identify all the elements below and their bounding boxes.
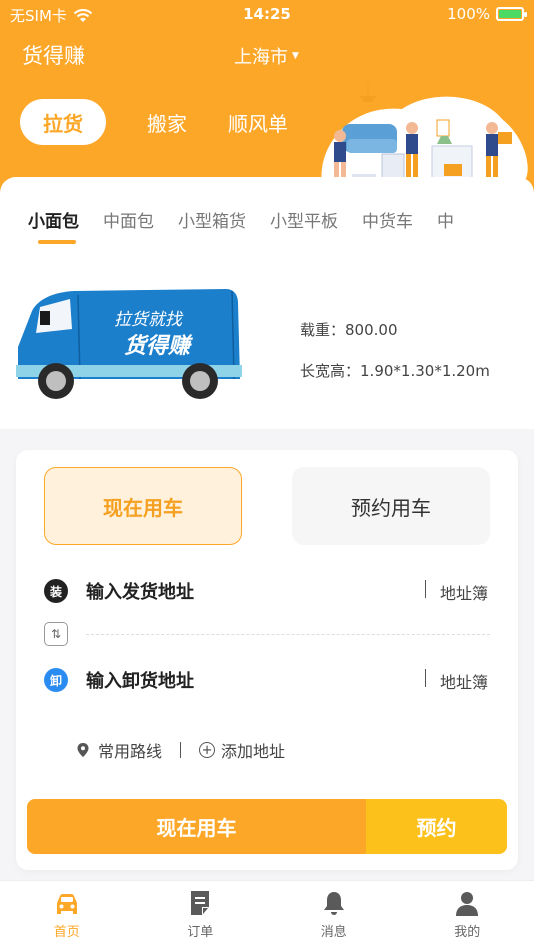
vehicle-tab-medium-truck[interactable]: 中货车 (362, 207, 413, 232)
vehicle-load: 载重：800.00 (300, 319, 398, 340)
load-badge: 装 (44, 579, 68, 603)
status-bar: 无SIM卡 14:25 100% (0, 0, 534, 28)
caret-down-icon: ▼ (292, 51, 299, 61)
nav-orders[interactable]: 订单 (134, 881, 268, 950)
van-slogan-line2: 货得赚 (124, 333, 194, 359)
swap-icon[interactable]: ⇅ (44, 622, 68, 646)
to-address-input[interactable]: 输入卸货地址 (86, 667, 194, 693)
dims-label: 长宽高： (300, 362, 361, 380)
action-bar: 现在用车 预约 (27, 799, 507, 854)
battery-icon (496, 7, 527, 21)
app-title: 货得赚 (22, 44, 85, 68)
city-selector[interactable]: 上海市 ▼ (234, 43, 299, 69)
order-icon (191, 891, 210, 915)
bottom-nav: 首页 订单 消息 我的 (0, 880, 534, 950)
city-label: 上海市 (234, 47, 288, 68)
nav-messages[interactable]: 消息 (267, 881, 401, 950)
nav-home[interactable]: 首页 (0, 881, 134, 950)
van-slogan-line1: 拉货就找 (114, 310, 184, 330)
nav-orders-label: 订单 (187, 925, 214, 940)
service-tabs: 拉货 搬家 顺风单 (20, 99, 288, 145)
common-routes-link[interactable]: 常用路线 (98, 738, 162, 762)
reserve-button[interactable]: 预约 (366, 799, 507, 854)
vehicle-tab-small-van[interactable]: 小面包 (28, 207, 79, 244)
person-icon (456, 892, 479, 916)
vehicle-tab-more[interactable]: 中 (437, 207, 454, 232)
add-address-link[interactable]: 添加地址 (221, 738, 285, 762)
from-address-book-link[interactable]: 地址簿 (440, 580, 488, 604)
header: 无SIM卡 14:25 100% 货得赚 上海市 ▼ 拉货 搬家 顺风单 (0, 0, 534, 200)
bell-icon (323, 892, 344, 915)
tab-carpool[interactable]: 顺风单 (228, 108, 288, 137)
use-car-now-button[interactable]: 现在用车 (27, 799, 366, 854)
mode-later-button[interactable]: 预约用车 (292, 467, 490, 545)
nav-home-label: 首页 (53, 925, 80, 940)
dashed-divider (86, 634, 490, 635)
vehicle-tab-small-flatbed[interactable]: 小型平板 (270, 207, 338, 232)
vehicle-tabs: 小面包 中面包 小型箱货 小型平板 中货车 中 (28, 207, 478, 244)
battery-percent: 100% (447, 5, 490, 23)
nav-profile[interactable]: 我的 (401, 881, 534, 950)
load-value: 800.00 (345, 321, 398, 339)
nav-messages-label: 消息 (320, 925, 347, 940)
mode-now-button[interactable]: 现在用车 (44, 467, 242, 545)
nav-profile-label: 我的 (454, 925, 481, 940)
to-address-book-link[interactable]: 地址簿 (440, 669, 488, 693)
load-label: 载重： (300, 321, 346, 339)
order-card: 现在用车 预约用车 装 输入发货地址 地址簿 ⇅ 卸 输入卸货地址 地址簿 常用… (16, 450, 518, 870)
from-address-input[interactable]: 输入发货地址 (86, 578, 194, 604)
dims-value: 1.90*1.30*1.20m (360, 362, 490, 380)
plus-circle-icon: + (199, 742, 216, 758)
divider (180, 742, 182, 758)
divider (425, 580, 426, 598)
tab-freight[interactable]: 拉货 (20, 99, 106, 145)
vehicle-dimensions: 长宽高：1.90*1.30*1.20m (300, 360, 490, 381)
tab-moving[interactable]: 搬家 (147, 108, 187, 137)
vehicle-panel: 小面包 中面包 小型箱货 小型平板 中货车 中 拉货就找 货得赚 载重：800.… (0, 177, 534, 429)
to-address-row[interactable]: 卸 输入卸货地址 地址簿 (44, 665, 490, 695)
vehicle-tab-medium-van[interactable]: 中面包 (103, 207, 154, 232)
van-image: 拉货就找 货得赚 (14, 287, 242, 403)
location-pin-icon (77, 743, 89, 757)
unload-badge: 卸 (44, 668, 68, 692)
vehicle-tab-small-box-truck[interactable]: 小型箱货 (178, 207, 246, 232)
battery-group: 100% (447, 5, 527, 23)
divider (425, 669, 426, 687)
from-address-row[interactable]: 装 输入发货地址 地址簿 (44, 576, 490, 606)
car-icon (56, 894, 77, 914)
quick-links: 常用路线 + 添加地址 (76, 738, 285, 762)
